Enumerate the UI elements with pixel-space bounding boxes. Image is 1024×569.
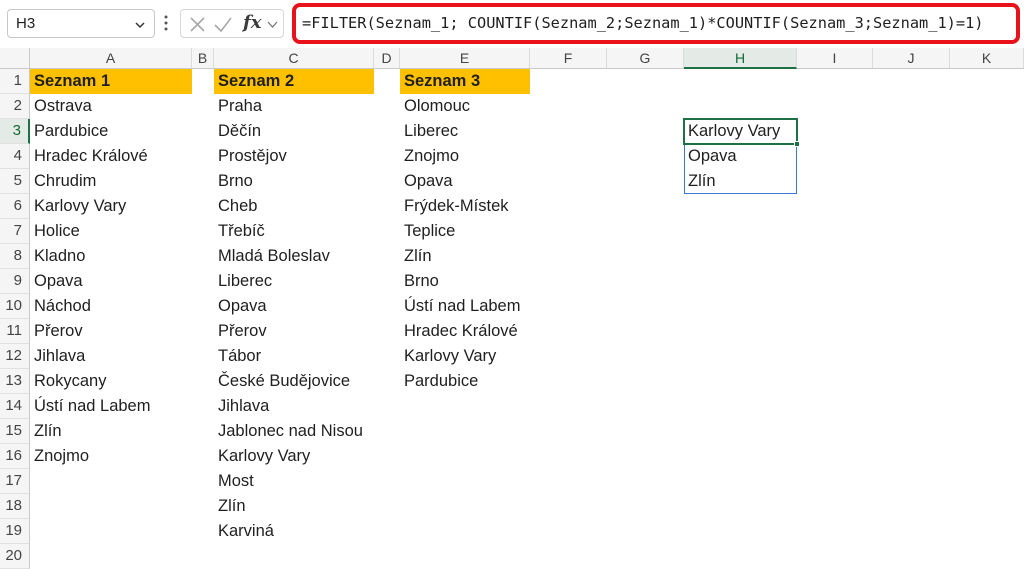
insert-function-button[interactable]: fx	[243, 12, 261, 33]
formula-bar: H3 fx =FILTER(Seznam_1; COUNTIF(Seznam_2…	[0, 0, 1024, 48]
cell[interactable]: Cheb	[214, 194, 374, 219]
name-box-value: H3	[16, 15, 36, 32]
row-header[interactable]: 12	[0, 344, 30, 369]
cell[interactable]: Znojmo	[30, 444, 192, 469]
cell[interactable]: Frýdek-Místek	[400, 194, 530, 219]
header-cell-seznam-3[interactable]: Seznam 3	[400, 69, 530, 94]
formula-text: =FILTER(Seznam_1; COUNTIF(Seznam_2;Sezna…	[302, 14, 984, 32]
cell[interactable]: Ústí nad Labem	[400, 294, 530, 319]
fill-handle[interactable]	[794, 141, 800, 147]
cell[interactable]: Brno	[400, 269, 530, 294]
cell[interactable]: Karlovy Vary	[400, 344, 530, 369]
cell[interactable]: Liberec	[214, 269, 374, 294]
formula-controls: fx	[180, 9, 284, 38]
select-all-corner[interactable]	[0, 48, 30, 69]
row-header[interactable]: 8	[0, 244, 30, 269]
cell-area[interactable]: Seznam 1 Ostrava Pardubice Hradec Králov…	[30, 69, 1024, 569]
column-header-d[interactable]: D	[374, 48, 400, 69]
row-header[interactable]: 2	[0, 94, 30, 119]
cell[interactable]: Praha	[214, 94, 374, 119]
cell[interactable]: Karlovy Vary	[214, 444, 374, 469]
spreadsheet-grid: A B C D E F G H I J K 1 2 3 4 5 6 7 8 9 …	[0, 48, 1024, 569]
name-box[interactable]: H3	[7, 9, 155, 38]
cell[interactable]: Děčín	[214, 119, 374, 144]
column-header-c[interactable]: C	[214, 48, 374, 69]
row-header[interactable]: 1	[0, 69, 30, 94]
cell[interactable]: Zlín	[400, 244, 530, 269]
cell[interactable]: Olomouc	[400, 94, 530, 119]
column-header-h[interactable]: H	[684, 48, 797, 69]
cell[interactable]: Karviná	[214, 519, 374, 544]
row-header[interactable]: 20	[0, 544, 30, 569]
chevron-down-icon[interactable]	[134, 19, 146, 31]
row-header[interactable]: 19	[0, 519, 30, 544]
cell[interactable]: Zlín	[214, 494, 374, 519]
row-header[interactable]: 7	[0, 219, 30, 244]
cell[interactable]: České Budějovice	[214, 369, 374, 394]
cell[interactable]: Prostějov	[214, 144, 374, 169]
cell[interactable]: Ústí nad Labem	[30, 394, 192, 419]
row-header[interactable]: 5	[0, 169, 30, 194]
header-cell-seznam-1[interactable]: Seznam 1	[30, 69, 192, 94]
cell[interactable]: Chrudim	[30, 169, 192, 194]
cell[interactable]: Teplice	[400, 219, 530, 244]
cell[interactable]: Mladá Boleslav	[214, 244, 374, 269]
cell[interactable]: Most	[214, 469, 374, 494]
cell[interactable]: Opava	[214, 294, 374, 319]
cell[interactable]: Liberec	[400, 119, 530, 144]
more-options-icon[interactable]	[163, 12, 169, 34]
row-header[interactable]: 13	[0, 369, 30, 394]
cell[interactable]: Znojmo	[400, 144, 530, 169]
active-cell-border	[683, 118, 798, 145]
cancel-icon[interactable]	[189, 16, 206, 33]
row-header[interactable]: 10	[0, 294, 30, 319]
column-header-i[interactable]: I	[797, 48, 873, 69]
row-header[interactable]: 6	[0, 194, 30, 219]
cell[interactable]: Jihlava	[30, 344, 192, 369]
header-cell-seznam-2[interactable]: Seznam 2	[214, 69, 374, 94]
row-header[interactable]: 16	[0, 444, 30, 469]
cell[interactable]: Zlín	[30, 419, 192, 444]
cell[interactable]: Rokycany	[30, 369, 192, 394]
row-header[interactable]: 4	[0, 144, 30, 169]
result-cell[interactable]: Opava	[684, 144, 797, 169]
row-header[interactable]: 18	[0, 494, 30, 519]
cell[interactable]: Ostrava	[30, 94, 192, 119]
cell[interactable]: Přerov	[30, 319, 192, 344]
cell[interactable]: Kladno	[30, 244, 192, 269]
cell[interactable]: Tábor	[214, 344, 374, 369]
cell[interactable]: Jihlava	[214, 394, 374, 419]
row-header[interactable]: 9	[0, 269, 30, 294]
row-header[interactable]: 3	[0, 119, 30, 144]
column-header-j[interactable]: J	[873, 48, 950, 69]
cell[interactable]: Hradec Králové	[400, 319, 530, 344]
chevron-down-icon[interactable]	[267, 19, 278, 30]
row-header[interactable]: 11	[0, 319, 30, 344]
result-cell[interactable]: Zlín	[684, 169, 797, 194]
cell[interactable]: Náchod	[30, 294, 192, 319]
formula-input[interactable]: =FILTER(Seznam_1; COUNTIF(Seznam_2;Sezna…	[292, 3, 1020, 44]
row-header[interactable]: 17	[0, 469, 30, 494]
cell[interactable]: Karlovy Vary	[30, 194, 192, 219]
cell[interactable]: Opava	[400, 169, 530, 194]
column-header-f[interactable]: F	[530, 48, 607, 69]
enter-check-icon[interactable]	[213, 16, 233, 33]
row-header[interactable]: 15	[0, 419, 30, 444]
column-header-e[interactable]: E	[400, 48, 530, 69]
cell[interactable]: Jablonec nad Nisou	[214, 419, 374, 444]
cell[interactable]: Holice	[30, 219, 192, 244]
column-header-g[interactable]: G	[607, 48, 684, 69]
cell[interactable]: Opava	[30, 269, 192, 294]
column-header-a[interactable]: A	[30, 48, 192, 69]
cell[interactable]: Třebíč	[214, 219, 374, 244]
cell[interactable]: Pardubice	[400, 369, 530, 394]
row-header[interactable]: 14	[0, 394, 30, 419]
cell[interactable]: Hradec Králové	[30, 144, 192, 169]
cell[interactable]: Pardubice	[30, 119, 192, 144]
column-header-b[interactable]: B	[192, 48, 214, 69]
column-header-k[interactable]: K	[950, 48, 1024, 69]
cell[interactable]: Brno	[214, 169, 374, 194]
cell[interactable]: Přerov	[214, 319, 374, 344]
